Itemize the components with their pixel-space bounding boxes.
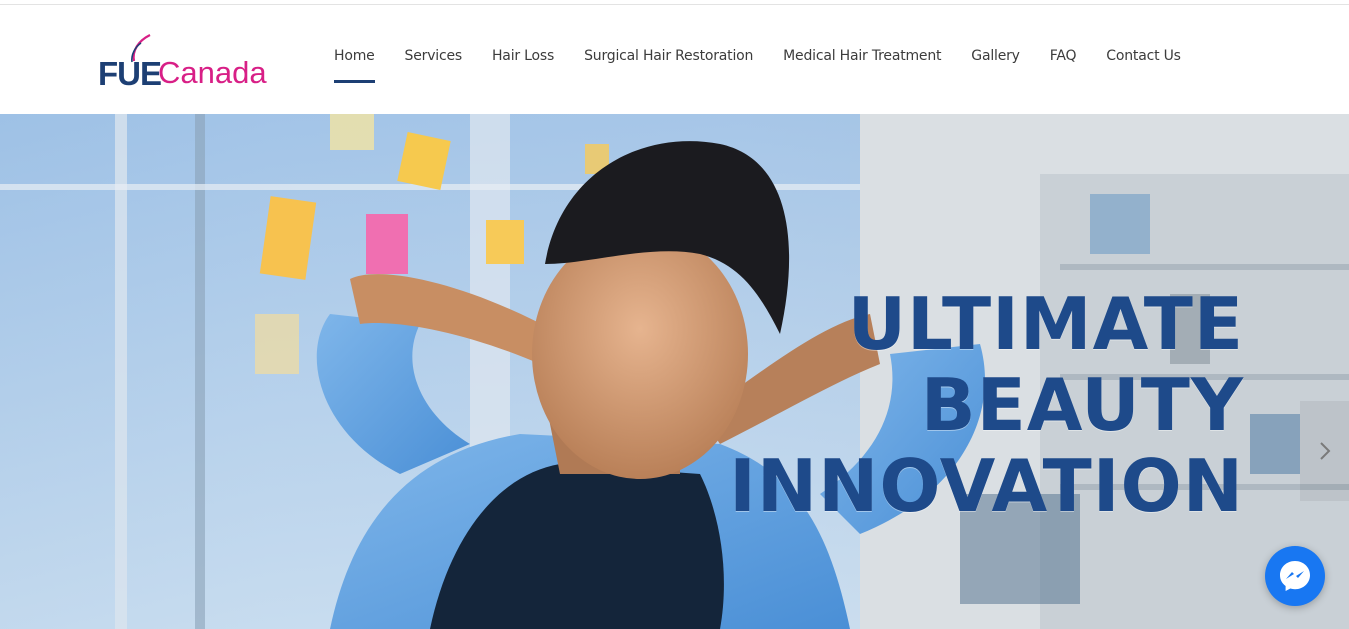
nav-gallery[interactable]: Gallery [971, 48, 1020, 64]
site-header: FUE Canada Home Services Hair Loss Surgi… [0, 5, 1349, 115]
nav-hair-loss[interactable]: Hair Loss [492, 48, 554, 64]
nav-home[interactable]: Home [334, 48, 375, 83]
site-logo[interactable]: FUE Canada [98, 33, 288, 92]
headline-line-1: ULTIMATE [847, 282, 1244, 366]
hero-slider: ULTIMATE BEAUTY INNOVATION [0, 114, 1349, 629]
main-nav: Home Services Hair Loss Surgical Hair Re… [334, 48, 1181, 83]
slider-next-button[interactable] [1300, 401, 1349, 501]
nav-services[interactable]: Services [405, 48, 463, 64]
logo-text-canada: Canada [158, 55, 267, 90]
nav-contact-us[interactable]: Contact Us [1106, 48, 1181, 64]
headline-line-3: INNOVATION [729, 444, 1244, 528]
hero-headline: ULTIMATE BEAUTY INNOVATION [729, 284, 1244, 527]
logo-text-fue: FUE [98, 55, 162, 92]
messenger-chat-button[interactable] [1265, 546, 1325, 606]
messenger-icon [1280, 561, 1310, 591]
headline-line-2: BEAUTY [920, 363, 1244, 447]
nav-surgical-hair-restoration[interactable]: Surgical Hair Restoration [584, 48, 753, 64]
nav-medical-hair-treatment[interactable]: Medical Hair Treatment [783, 48, 941, 64]
nav-faq[interactable]: FAQ [1050, 48, 1077, 64]
chevron-right-icon [1319, 442, 1330, 460]
